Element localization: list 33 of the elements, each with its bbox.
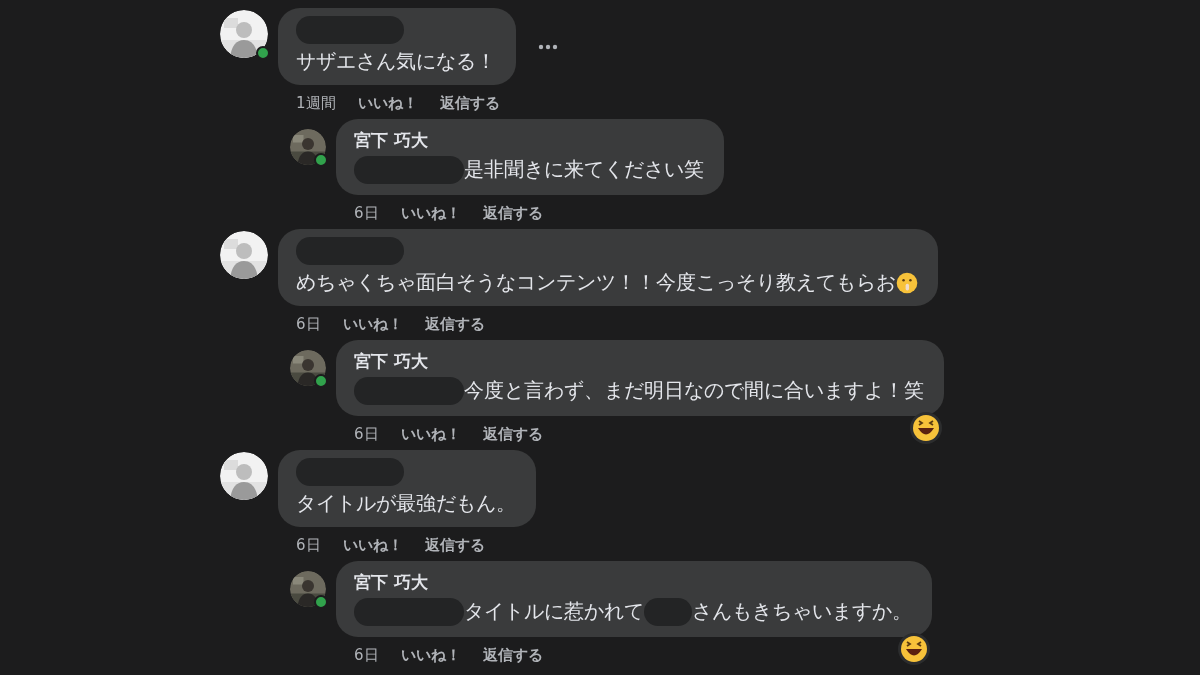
comment-time: 6日 xyxy=(354,203,379,223)
reply-link[interactable]: 返信する xyxy=(482,424,543,444)
comment-text: 是非聞きに来てください笑 xyxy=(464,156,704,183)
like-link[interactable]: いいね！ xyxy=(400,424,461,444)
comment-time: 6日 xyxy=(296,535,321,555)
author-name: 宮下 巧大 xyxy=(354,570,429,594)
comment-text: 今度と言わず、まだ明日なので間に合いますよ！笑 xyxy=(464,377,924,404)
comment-text: さんもきちゃいますか。 xyxy=(692,598,912,625)
comment-text: タイトルに惹かれて xyxy=(464,598,644,625)
like-link[interactable]: いいね！ xyxy=(400,645,461,665)
reply-link[interactable]: 返信する xyxy=(482,645,543,665)
comment-time: 6日 xyxy=(296,314,321,334)
reply-link[interactable]: 返信する xyxy=(424,314,485,334)
comment-time: 6日 xyxy=(354,645,379,665)
laughing-face-icon xyxy=(898,633,930,665)
comment-time: 1週間 xyxy=(296,93,336,113)
author-name: 宮下 巧大 xyxy=(354,349,429,373)
like-link[interactable]: いいね！ xyxy=(342,314,403,334)
comment-text: タイトルが最強だもん。 xyxy=(296,490,516,517)
like-link[interactable]: いいね！ xyxy=(400,203,461,223)
reply-link[interactable]: 返信する xyxy=(482,203,543,223)
comment-time: 6日 xyxy=(354,424,379,444)
more-icon xyxy=(538,43,558,50)
like-link[interactable]: いいね！ xyxy=(357,93,418,113)
laughing-face-icon xyxy=(910,412,942,444)
author-name: 宮下 巧大 xyxy=(354,128,429,152)
comment-text: めちゃくちゃ面白そうなコンテンツ！！今度こっそり教えてもらお xyxy=(296,269,896,296)
comment-text: サザエさん気になる！ xyxy=(296,48,496,75)
reply-link[interactable]: 返信する xyxy=(439,93,500,113)
like-link[interactable]: いいね！ xyxy=(342,535,403,555)
reply-link[interactable]: 返信する xyxy=(424,535,485,555)
redaction-bar xyxy=(644,597,692,626)
shushing-face-icon xyxy=(896,271,918,294)
